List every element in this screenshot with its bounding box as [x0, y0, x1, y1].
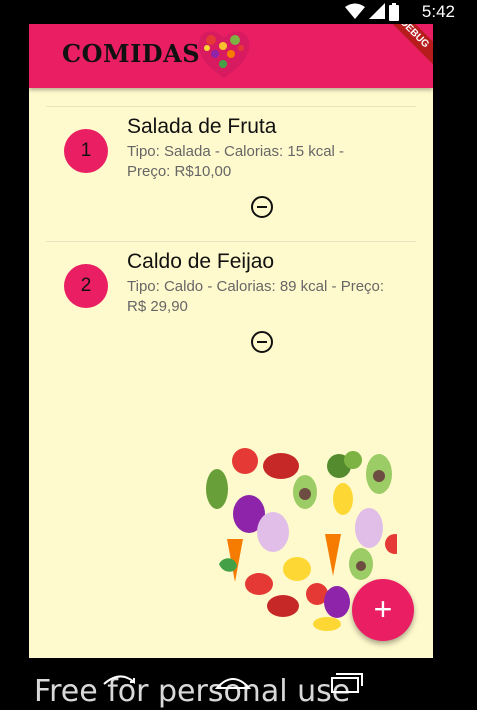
food-details: Tipo: Caldo - Calorias: 89 kcal - Preço:… [127, 278, 385, 315]
food-name: Salada de Fruta [127, 115, 277, 138]
list-item[interactable]: 2 Caldo de Feijao Tipo: Caldo - Calorias… [46, 241, 416, 376]
status-bar: 5:42 [0, 0, 477, 24]
battery-icon [389, 3, 399, 21]
add-food-button[interactable]: + [352, 579, 414, 641]
remove-circle-icon[interactable] [250, 330, 274, 354]
app-bar: COMIDAS DEBUG [29, 24, 433, 88]
clock: 5:42 [421, 2, 455, 21]
wifi-icon [345, 3, 365, 19]
signal-icon [369, 3, 385, 19]
food-details: Tipo: Salada - Calorias: 15 kcal - Preço… [127, 143, 345, 180]
watermark-text: Free for personal use [34, 674, 351, 709]
veggie-heart-logo [198, 31, 250, 78]
debug-banner: DEBUG [376, 24, 433, 72]
food-list: 1 Salada de Fruta Tipo: Salada - Caloria… [46, 106, 416, 376]
food-name: Caldo de Feijao [127, 250, 275, 273]
list-item[interactable]: 1 Salada de Fruta Tipo: Salada - Caloria… [46, 106, 416, 241]
item-number-avatar: 1 [64, 129, 108, 173]
status-icons [345, 3, 399, 21]
item-number-avatar: 2 [64, 264, 108, 308]
app-title: COMIDAS [62, 39, 201, 68]
remove-circle-icon[interactable] [250, 195, 274, 219]
app-screen: COMIDAS DEBUG 1 Salada de Fruta Tipo: Sa… [29, 24, 433, 658]
